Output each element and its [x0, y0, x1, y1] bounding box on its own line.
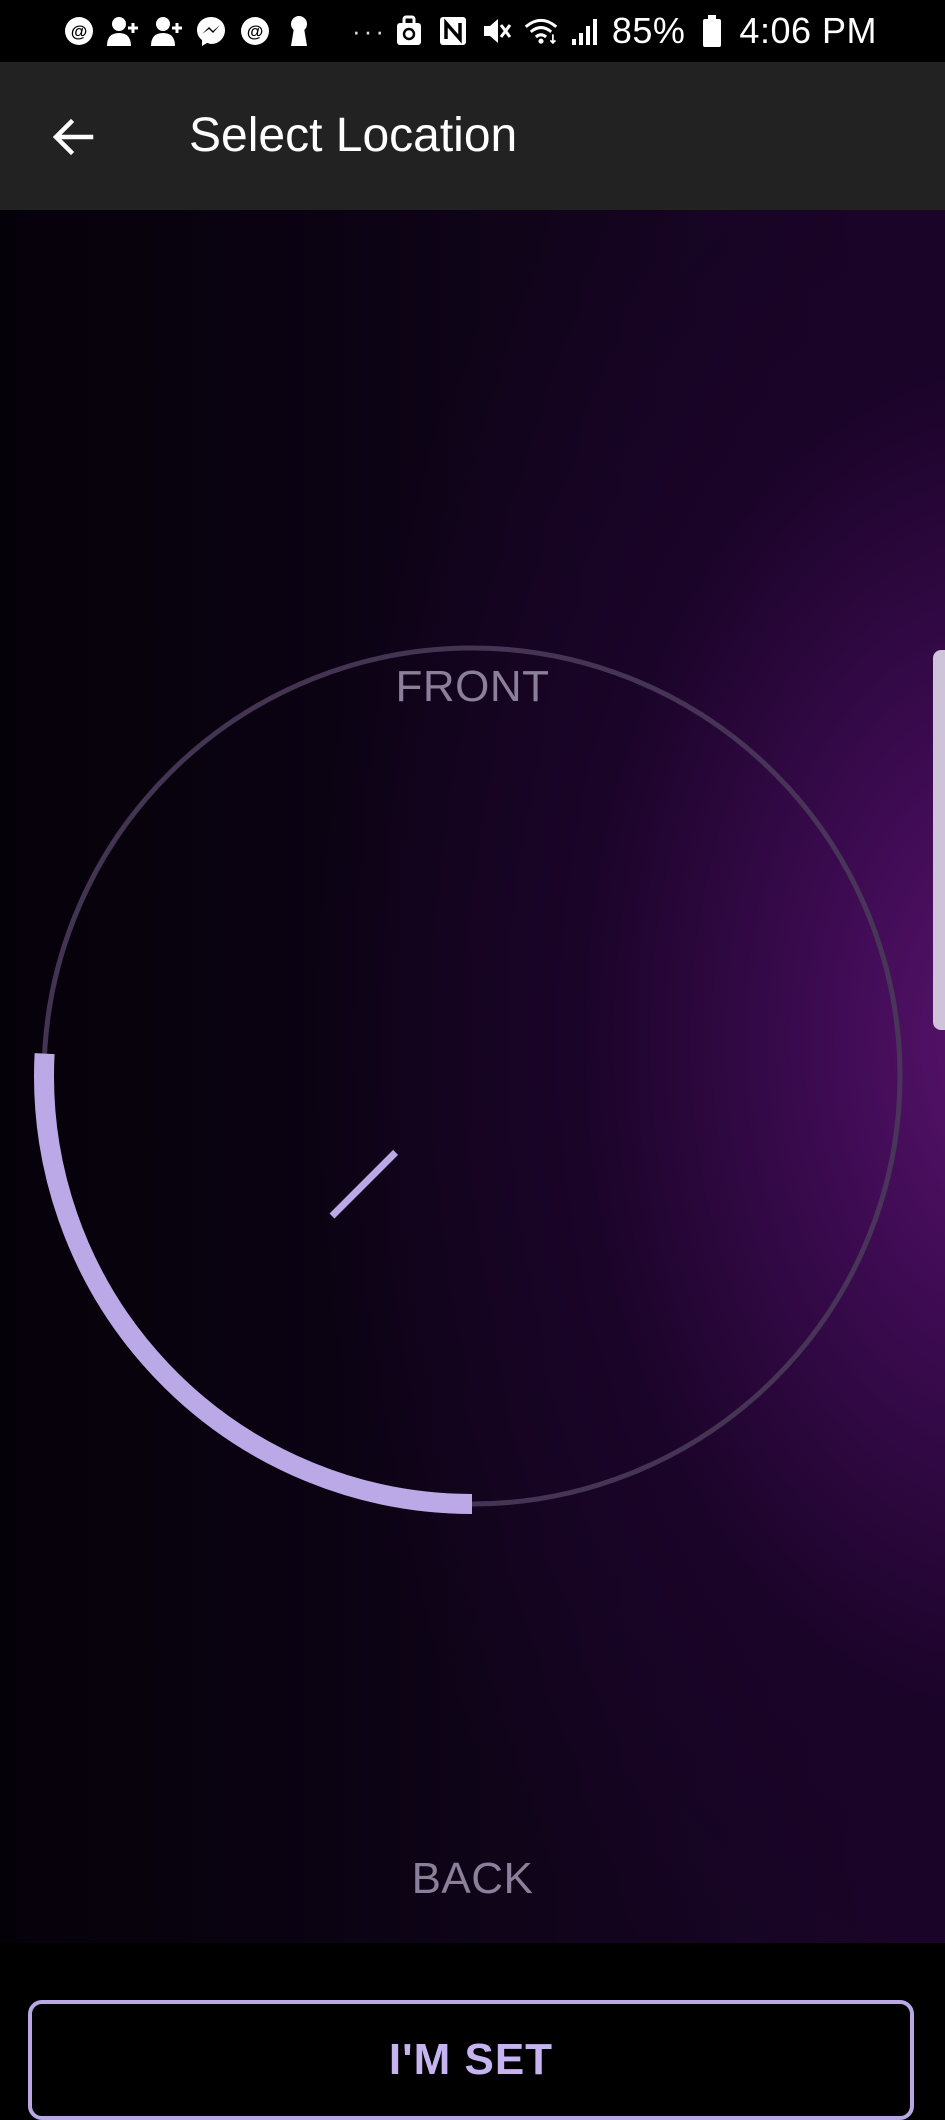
back-button[interactable]	[38, 102, 108, 172]
signal-icon	[568, 14, 602, 48]
more-notifications-indicator: ···	[352, 15, 387, 46]
location-dial[interactable]	[0, 210, 945, 1943]
add-contact-icon	[150, 14, 184, 48]
nfc-locked-icon	[392, 14, 426, 48]
mute-icon	[480, 14, 514, 48]
workplace-icon: @	[238, 14, 272, 48]
clock: 4:06 PM	[739, 10, 877, 51]
nfc-icon	[436, 14, 470, 48]
status-bar-system: 85% 4:06 PM	[392, 10, 877, 52]
battery-percent: 85%	[611, 10, 686, 51]
position-pointer[interactable]	[329, 1149, 399, 1219]
svg-text:@: @	[71, 22, 88, 41]
location-selector-panel: FRONT BACK I'M SET	[0, 210, 945, 2120]
svg-text:@: @	[247, 22, 264, 41]
im-set-button[interactable]: I'M SET	[28, 2000, 914, 2120]
page-title: Select Location	[189, 109, 518, 162]
status-bar: @ @ ··· 85% 4:06 PM	[0, 0, 945, 62]
back-label: BACK	[411, 1854, 534, 1903]
status-bar-notifications: @ @ ···	[62, 10, 413, 52]
add-contact-icon	[106, 14, 140, 48]
arrow-left-icon	[52, 118, 94, 156]
battery-icon	[695, 14, 729, 48]
wifi-icon	[524, 14, 558, 48]
keyhole-icon	[282, 14, 316, 48]
app-bar: Select Location	[0, 62, 945, 210]
workplace-icon: @	[62, 14, 96, 48]
messenger-icon	[194, 14, 228, 48]
selected-position-arc	[34, 1053, 473, 1514]
